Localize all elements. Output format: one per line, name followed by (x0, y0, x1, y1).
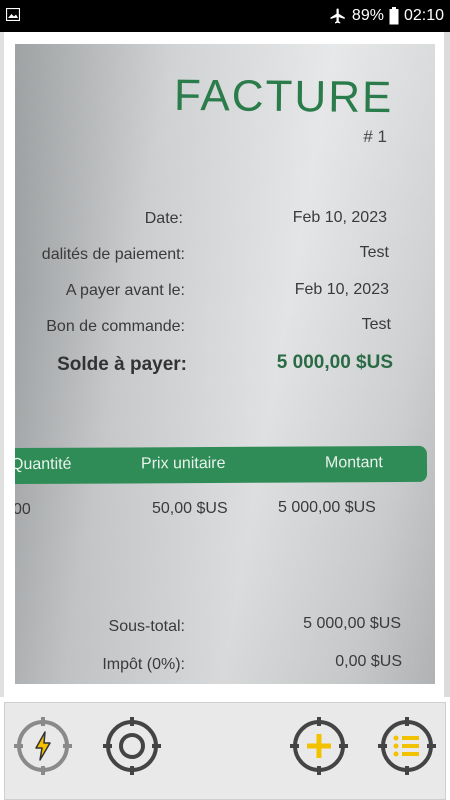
tax-value: 0,00 $US (335, 653, 402, 670)
invoice-number: # 1 (363, 127, 387, 146)
focus-target-icon (103, 717, 161, 775)
battery-percentage: 89% (351, 7, 384, 24)
quantity-header: Quantité (15, 455, 72, 474)
unit-price-header: Prix unitaire (140, 454, 226, 473)
camera-toolbar (0, 697, 450, 800)
pages-list-button[interactable] (376, 715, 438, 777)
tax-label: Impôt (0%): (102, 656, 185, 673)
camera-viewport[interactable]: FACTURE # 1 Date: Feb 10, 2023 dalités d… (0, 32, 450, 697)
clock: 02:10 (403, 7, 444, 24)
date-label: Date: (144, 210, 183, 227)
captured-invoice-document: FACTURE # 1 Date: Feb 10, 2023 dalités d… (15, 44, 435, 684)
viewport-border-right (444, 32, 450, 697)
amount-cell: 5 000,00 $US (278, 499, 376, 516)
due-date-value: Feb 10, 2023 (294, 281, 389, 298)
focus-button[interactable] (101, 715, 163, 777)
subtotal-value: 5 000,00 $US (303, 615, 401, 632)
invoice-title: FACTURE (173, 70, 394, 123)
flash-button[interactable] (12, 715, 74, 777)
payment-terms-label: dalités de paiement: (41, 246, 185, 263)
balance-due-value: 5 000,00 $US (276, 352, 393, 373)
airplane-mode-icon (329, 7, 347, 25)
payment-terms-value: Test (359, 244, 389, 261)
items-table-header: Quantité Prix unitaire Montant (15, 445, 428, 485)
balance-due-label: Solde à payer: (57, 354, 187, 375)
date-value: Feb 10, 2023 (292, 209, 387, 226)
flash-icon (14, 717, 72, 775)
add-icon (290, 717, 348, 775)
add-page-button[interactable] (288, 715, 350, 777)
list-icon (378, 717, 436, 775)
status-bar: 89% 02:10 (0, 0, 450, 32)
purchase-order-value: Test (361, 316, 391, 333)
gallery-icon (6, 8, 20, 21)
viewport-border-left (0, 32, 4, 697)
due-date-label: A payer avant le: (65, 282, 185, 299)
amount-header: Montant (324, 454, 383, 472)
battery-icon (389, 7, 399, 25)
purchase-order-label: Bon de commande: (46, 318, 185, 335)
subtotal-label: Sous-total: (108, 618, 185, 635)
quantity-cell: 00 (15, 501, 31, 518)
unit-price-cell: 50,00 $US (152, 500, 228, 517)
